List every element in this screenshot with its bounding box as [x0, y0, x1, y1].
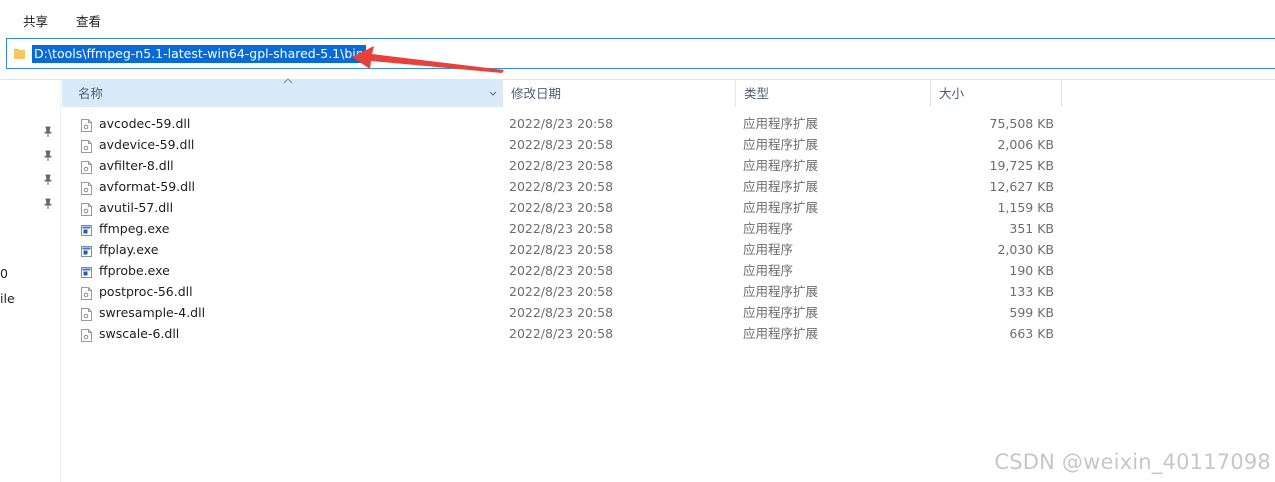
- pin-icon[interactable]: [42, 150, 54, 162]
- column-header-name[interactable]: 名称: [62, 78, 503, 107]
- file-row[interactable]: swscale-6.dll 2022/8/23 20:58 应用程序扩展 663 KB: [62, 323, 1062, 344]
- file-row[interactable]: swresample-4.dll 2022/8/23 20:58 应用程序扩展 599…: [62, 302, 1062, 323]
- file-name: swscale-6.dll: [99, 326, 180, 341]
- folder-icon: [14, 49, 25, 59]
- nav-item-label[interactable]: ile: [0, 291, 15, 306]
- file-name: avcodec-59.dll: [99, 116, 191, 131]
- file-size: 663 KB: [1009, 326, 1054, 341]
- nav-item-label[interactable]: 0: [0, 266, 8, 281]
- file-name: ffprobe.exe: [99, 263, 170, 278]
- address-path[interactable]: D:\tools\ffmpeg-n5.1-latest-win64-gpl-sh…: [32, 45, 366, 63]
- sort-ascending-icon: [283, 78, 293, 84]
- file-date: 2022/8/23 20:58: [509, 221, 614, 236]
- column-header-date[interactable]: 修改日期: [503, 80, 736, 107]
- chevron-down-icon[interactable]: [488, 89, 498, 99]
- file-date: 2022/8/23 20:58: [509, 137, 614, 152]
- file-type: 应用程序: [743, 221, 794, 236]
- file-type: 应用程序扩展: [743, 305, 819, 320]
- file-row[interactable]: ffprobe.exe 2022/8/23 20:58 应用程序 190 KB: [62, 260, 1062, 281]
- column-header-label: 大小: [939, 86, 965, 101]
- file-name: ffplay.exe: [99, 242, 159, 257]
- column-header-label: 修改日期: [511, 86, 562, 101]
- file-size: 133 KB: [1009, 284, 1054, 299]
- file-date: 2022/8/23 20:58: [509, 200, 614, 215]
- file-size: 75,508 KB: [989, 116, 1054, 131]
- file-size: 351 KB: [1009, 221, 1054, 236]
- file-date: 2022/8/23 20:58: [509, 116, 614, 131]
- file-type: 应用程序扩展: [743, 284, 819, 299]
- dll-file-icon: [81, 201, 92, 216]
- dll-file-icon: [81, 285, 92, 300]
- pin-icon[interactable]: [42, 198, 54, 210]
- file-date: 2022/8/23 20:58: [509, 305, 614, 320]
- file-type: 应用程序扩展: [743, 137, 819, 152]
- column-header-type[interactable]: 类型: [736, 80, 931, 107]
- pin-icon[interactable]: [42, 174, 54, 186]
- column-header-row: 名称 修改日期 类型 大小: [62, 78, 1062, 107]
- file-row[interactable]: avformat-59.dll 2022/8/23 20:58 应用程序扩展 12,6…: [62, 176, 1062, 197]
- file-name: avdevice-59.dll: [99, 137, 195, 152]
- column-header-label: 类型: [744, 86, 770, 101]
- file-type: 应用程序扩展: [743, 116, 819, 131]
- file-list: avcodec-59.dll 2022/8/23 20:58 应用程序扩展 75,50…: [62, 113, 1062, 344]
- file-type: 应用程序: [743, 263, 794, 278]
- exe-file-icon: [81, 243, 92, 257]
- file-type: 应用程序扩展: [743, 326, 819, 341]
- file-date: 2022/8/23 20:58: [509, 326, 614, 341]
- watermark: CSDN @weixin_40117098: [994, 450, 1271, 474]
- annotation-arrow-icon: [352, 46, 504, 73]
- dll-file-icon: [81, 117, 92, 132]
- file-row[interactable]: avutil-57.dll 2022/8/23 20:58 应用程序扩展 1,159 …: [62, 197, 1062, 218]
- address-bar[interactable]: D:\tools\ffmpeg-n5.1-latest-win64-gpl-sh…: [6, 38, 1275, 69]
- file-size: 12,627 KB: [989, 179, 1054, 194]
- file-size: 19,725 KB: [989, 158, 1054, 173]
- file-date: 2022/8/23 20:58: [509, 263, 614, 278]
- dll-file-icon: [81, 180, 92, 195]
- ribbon: 共享 查看: [0, 0, 1275, 36]
- file-type: 应用程序扩展: [743, 179, 819, 194]
- dll-file-icon: [81, 327, 92, 342]
- ribbon-tab-view[interactable]: 查看: [76, 11, 101, 30]
- file-date: 2022/8/23 20:58: [509, 179, 614, 194]
- file-row[interactable]: avfilter-8.dll 2022/8/23 20:58 应用程序扩展 19,72…: [62, 155, 1062, 176]
- file-type: 应用程序扩展: [743, 158, 819, 173]
- file-size: 2,006 KB: [997, 137, 1054, 152]
- file-name: swresample-4.dll: [99, 305, 206, 320]
- file-name: avfilter-8.dll: [99, 158, 174, 173]
- file-size: 2,030 KB: [997, 242, 1054, 257]
- file-name: avutil-57.dll: [99, 200, 174, 215]
- file-size: 190 KB: [1009, 263, 1054, 278]
- exe-file-icon: [81, 222, 92, 236]
- file-date: 2022/8/23 20:58: [509, 242, 614, 257]
- file-name: avformat-59.dll: [99, 179, 196, 194]
- file-size: 599 KB: [1009, 305, 1054, 320]
- file-date: 2022/8/23 20:58: [509, 284, 614, 299]
- column-header-size[interactable]: 大小: [931, 80, 1062, 107]
- file-name: postproc-56.dll: [99, 284, 193, 299]
- file-row[interactable]: avdevice-59.dll 2022/8/23 20:58 应用程序扩展 2,00…: [62, 134, 1062, 155]
- file-row[interactable]: ffplay.exe 2022/8/23 20:58 应用程序 2,030 KB: [62, 239, 1062, 260]
- dll-file-icon: [81, 138, 92, 153]
- pin-icon[interactable]: [42, 126, 54, 138]
- file-name: ffmpeg.exe: [99, 221, 170, 236]
- file-row[interactable]: ffmpeg.exe 2022/8/23 20:58 应用程序 351 KB: [62, 218, 1062, 239]
- exe-file-icon: [81, 264, 92, 278]
- dll-file-icon: [81, 306, 92, 321]
- dll-file-icon: [81, 159, 92, 174]
- file-row[interactable]: avcodec-59.dll 2022/8/23 20:58 应用程序扩展 75,50…: [62, 113, 1062, 134]
- file-type: 应用程序扩展: [743, 200, 819, 215]
- file-row[interactable]: postproc-56.dll 2022/8/23 20:58 应用程序扩展 133 …: [62, 281, 1062, 302]
- column-header-label: 名称: [78, 86, 104, 101]
- navigation-pane: 0 ile: [0, 80, 61, 482]
- file-date: 2022/8/23 20:58: [509, 158, 614, 173]
- file-size: 1,159 KB: [997, 200, 1054, 215]
- ribbon-tab-share[interactable]: 共享: [23, 11, 48, 30]
- file-type: 应用程序: [743, 242, 794, 257]
